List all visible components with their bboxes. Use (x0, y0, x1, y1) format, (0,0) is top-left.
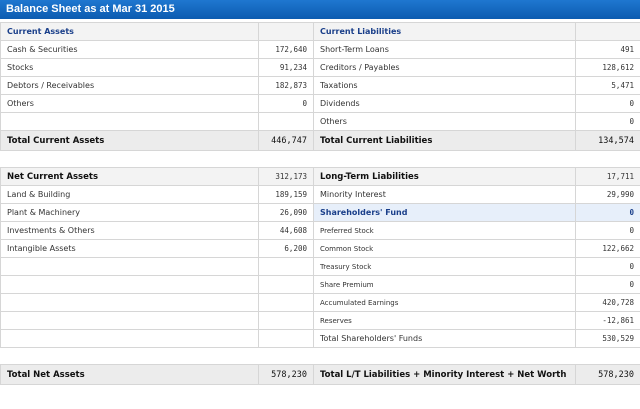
row-label (0, 311, 259, 330)
row-label: Others (0, 94, 259, 113)
row-label: Debtors / Receivables (0, 76, 259, 95)
row-value: 26,090 (258, 203, 314, 222)
row-value: 29,990 (575, 185, 640, 204)
table-row: Current Assets Current Liabilities (0, 22, 640, 41)
row-label: Common Stock (313, 239, 576, 258)
row-label (0, 293, 259, 312)
row-label: Investments & Others (0, 221, 259, 240)
row-value: 420,728 (575, 293, 640, 312)
table-row: Accumulated Earnings 420,728 (0, 293, 640, 312)
shareholders-fund-header: Shareholders' Fund (313, 203, 576, 222)
row-value: -12,861 (575, 311, 640, 330)
row-label: Short-Term Loans (313, 40, 576, 59)
row-value: 122,662 (575, 239, 640, 258)
spacer-row (0, 150, 640, 168)
row-value: 6,200 (258, 239, 314, 258)
total-label: Total Current Assets (0, 130, 259, 151)
table-row: Intangible Assets 6,200 Common Stock 122… (0, 239, 640, 258)
row-label: Long-Term Liabilities (313, 167, 576, 186)
cell-value (575, 22, 640, 41)
row-value: 0 (575, 221, 640, 240)
table-row: Share Premium 0 (0, 275, 640, 294)
row-label: Share Premium (313, 275, 576, 294)
row-label: Treasury Stock (313, 257, 576, 276)
row-label: Dividends (313, 94, 576, 113)
row-label: Stocks (0, 58, 259, 77)
row-value: 0 (575, 203, 640, 222)
row-label: Reserves (313, 311, 576, 330)
row-label: Accumulated Earnings (313, 293, 576, 312)
row-value: 17,711 (575, 167, 640, 186)
row-value (258, 329, 314, 348)
page-title: Balance Sheet as at Mar 31 2015 (0, 0, 640, 19)
row-label: Land & Building (0, 185, 259, 204)
table-row: Others 0 Dividends 0 (0, 94, 640, 113)
row-value: 182,873 (258, 76, 314, 95)
row-label (0, 112, 259, 131)
table-row: Total Shareholders' Funds 530,529 (0, 329, 640, 348)
row-label: Others (313, 112, 576, 131)
row-value: 189,159 (258, 185, 314, 204)
row-label: Taxations (313, 76, 576, 95)
row-value: 530,529 (575, 329, 640, 348)
row-label: Preferred Stock (313, 221, 576, 240)
spacer-row (0, 347, 640, 365)
table-row: Land & Building 189,159 Minority Interes… (0, 185, 640, 204)
balance-sheet-grid: Current Assets Current Liabilities Cash … (0, 22, 640, 409)
table-row: Stocks 91,234 Creditors / Payables 128,6… (0, 58, 640, 77)
row-value: 491 (575, 40, 640, 59)
row-value: 312,173 (258, 167, 314, 186)
table-row: Investments & Others 44,608 Preferred St… (0, 221, 640, 240)
row-label: Plant & Machinery (0, 203, 259, 222)
row-label: Cash & Securities (0, 40, 259, 59)
total-label: Total L/T Liabilities + Minority Interes… (313, 364, 576, 385)
row-label (0, 329, 259, 348)
current-assets-header: Current Assets (0, 22, 259, 41)
row-value: 44,608 (258, 221, 314, 240)
current-liabilities-header: Current Liabilities (313, 22, 576, 41)
row-value: 172,640 (258, 40, 314, 59)
total-label: Total Net Assets (0, 364, 259, 385)
row-label: Intangible Assets (0, 239, 259, 258)
row-value (258, 257, 314, 276)
row-value: 0 (575, 112, 640, 131)
row-label: Net Current Assets (0, 167, 259, 186)
row-value: 5,471 (575, 76, 640, 95)
row-label: Creditors / Payables (313, 58, 576, 77)
row-value (258, 275, 314, 294)
total-value: 578,230 (575, 364, 640, 385)
table-row: Net Current Assets 312,173 Long-Term Lia… (0, 167, 640, 186)
row-label: Total Shareholders' Funds (313, 329, 576, 348)
row-value: 91,234 (258, 58, 314, 77)
row-value: 128,612 (575, 58, 640, 77)
row-value (258, 311, 314, 330)
table-row: Others 0 (0, 112, 640, 131)
row-label (0, 275, 259, 294)
total-row: Total Current Assets 446,747 Total Curre… (0, 130, 640, 151)
row-label (0, 257, 259, 276)
table-row: Treasury Stock 0 (0, 257, 640, 276)
total-value: 446,747 (258, 130, 314, 151)
cell-value (258, 22, 314, 41)
table-row: Reserves -12,861 (0, 311, 640, 330)
row-label: Minority Interest (313, 185, 576, 204)
balance-sheet: Balance Sheet as at Mar 31 2015 Current … (0, 0, 640, 409)
total-value: 134,574 (575, 130, 640, 151)
row-value: 0 (575, 275, 640, 294)
table-row: Debtors / Receivables 182,873 Taxations … (0, 76, 640, 95)
row-value (258, 112, 314, 131)
total-row: Total Net Assets 578,230 Total L/T Liabi… (0, 364, 640, 385)
row-value: 0 (258, 94, 314, 113)
row-value: 0 (575, 257, 640, 276)
total-label: Total Current Liabilities (313, 130, 576, 151)
table-row: Plant & Machinery 26,090 Shareholders' F… (0, 203, 640, 222)
balance-table: Current Assets Current Liabilities Cash … (0, 22, 640, 385)
row-value (258, 293, 314, 312)
table-row: Cash & Securities 172,640 Short-Term Loa… (0, 40, 640, 59)
total-value: 578,230 (258, 364, 314, 385)
row-value: 0 (575, 94, 640, 113)
